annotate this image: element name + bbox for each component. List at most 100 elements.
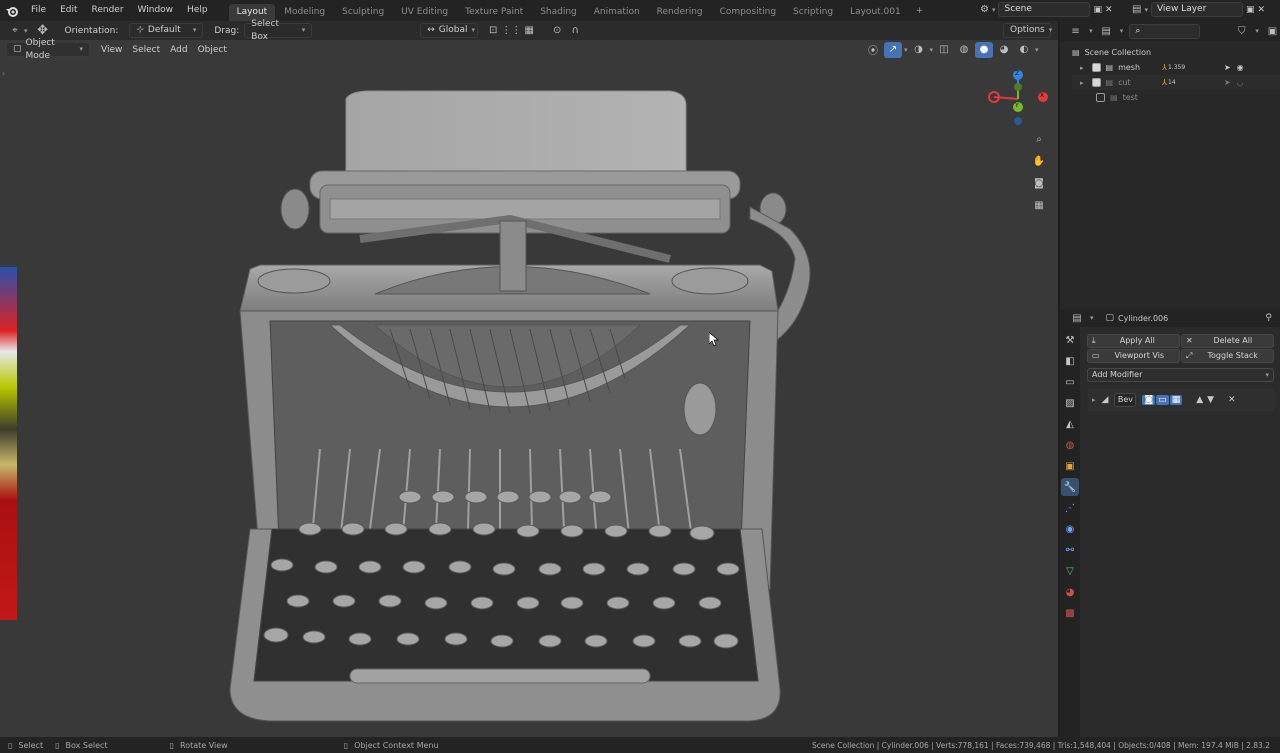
- visibility-icon[interactable]: ⦿: [864, 42, 882, 58]
- object-tab-icon[interactable]: ▣: [1061, 457, 1079, 475]
- outliner-item-mesh[interactable]: ▸ ▤ mesh ⅄ 1.359 ➤ ◉: [1072, 60, 1280, 75]
- toggle-stack-button[interactable]: ⤢ Toggle Stack: [1181, 349, 1274, 363]
- remove-modifier-icon[interactable]: ✕: [1228, 395, 1236, 405]
- menu-window[interactable]: Window: [131, 0, 181, 21]
- render-toggle-icon[interactable]: ◙: [1142, 395, 1156, 405]
- pan-hand-icon[interactable]: ✋: [1030, 153, 1048, 169]
- expand-icon[interactable]: ▸: [1080, 79, 1084, 87]
- view-layer-icon[interactable]: ▤: [1132, 4, 1141, 15]
- tab-compositing[interactable]: Compositing: [712, 4, 784, 21]
- move-down-icon[interactable]: ▼: [1207, 395, 1214, 405]
- tab-sculpting[interactable]: Sculpting: [334, 4, 392, 21]
- outliner-editor-type-icon[interactable]: ≡: [1068, 23, 1083, 39]
- gizmo-toggle-icon[interactable]: ↗: [884, 41, 902, 58]
- modifier-name-field[interactable]: Bev: [1114, 393, 1137, 407]
- scene-icon[interactable]: ⚙: [980, 4, 989, 15]
- drag-dropdown[interactable]: Select Box ▾: [244, 19, 313, 42]
- scene-field[interactable]: Scene: [998, 2, 1091, 17]
- material-tab-icon[interactable]: ◕: [1061, 583, 1079, 601]
- zoom-icon[interactable]: ⌕: [1030, 131, 1048, 147]
- world-tab-icon[interactable]: ◍: [1061, 436, 1079, 454]
- data-tab-icon[interactable]: ▽: [1061, 562, 1079, 580]
- menu-select[interactable]: Select: [127, 45, 165, 55]
- viewport-toggle-icon[interactable]: ▭: [1156, 395, 1169, 405]
- navigation-gizmo[interactable]: Z Y X: [986, 67, 1050, 131]
- render-tab-icon[interactable]: ◧: [1061, 352, 1079, 370]
- viewport-vis-button[interactable]: ▭ Viewport Vis: [1087, 349, 1180, 363]
- expand-icon[interactable]: ▸: [1092, 396, 1096, 404]
- exclude-checkbox[interactable]: [1091, 63, 1101, 72]
- tab-layout-001[interactable]: Layout.001: [842, 4, 909, 21]
- options-dropdown[interactable]: Options ▾: [1003, 23, 1052, 38]
- scene-tab-icon[interactable]: ◭: [1061, 415, 1079, 433]
- rendered-shading-icon[interactable]: ◐: [1015, 42, 1033, 58]
- transform-orientation-dropdown[interactable]: ↔ Global ▾: [420, 23, 479, 38]
- material-shading-icon[interactable]: ◕: [995, 42, 1013, 58]
- blender-logo-icon[interactable]: [0, 0, 24, 21]
- menu-add[interactable]: Add: [165, 45, 192, 55]
- copy-icon[interactable]: ▣: [1246, 5, 1255, 15]
- menu-help[interactable]: Help: [180, 0, 215, 21]
- delete-all-button[interactable]: ✕ Delete All: [1181, 334, 1274, 348]
- eye-closed-icon[interactable]: ◡: [1237, 78, 1244, 87]
- tab-animation[interactable]: Animation: [586, 4, 648, 21]
- camera-icon[interactable]: ◙: [1030, 175, 1048, 191]
- select-arrow-icon[interactable]: ➤: [1224, 63, 1231, 72]
- pin-icon[interactable]: ⚲: [1265, 313, 1272, 323]
- display-mode-icon[interactable]: ▤: [1099, 23, 1114, 39]
- snap-target-icon[interactable]: ▦: [520, 23, 538, 39]
- proportional-edit-icon[interactable]: ⊙: [548, 23, 566, 39]
- overlay-icon[interactable]: ◑: [910, 42, 928, 58]
- add-modifier-dropdown[interactable]: Add Modifier ▾: [1087, 368, 1274, 382]
- texture-tab-icon[interactable]: ▩: [1061, 604, 1079, 622]
- outliner-search-input[interactable]: ⌕: [1129, 23, 1201, 39]
- orientation-dropdown[interactable]: ⊹ Default ▾: [129, 23, 204, 38]
- toolbar-expand-icon[interactable]: ›: [2, 69, 5, 78]
- 3d-viewport[interactable]: ⌖ ▾ ✥ Orientation: ⊹ Default ▾ Drag: Selec…: [0, 19, 1058, 737]
- menu-edit[interactable]: Edit: [53, 0, 84, 21]
- wireframe-shading-icon[interactable]: ◍: [955, 42, 973, 58]
- filter-icon[interactable]: ⛉: [1234, 23, 1249, 39]
- view-layer-tab-icon[interactable]: ▨: [1061, 394, 1079, 412]
- menu-file[interactable]: File: [24, 0, 53, 21]
- exclude-checkbox[interactable]: [1096, 93, 1105, 102]
- mode-dropdown[interactable]: ▢ Object Mode ▾: [6, 38, 90, 61]
- menu-object[interactable]: Object: [193, 45, 232, 55]
- menu-view[interactable]: View: [96, 45, 127, 55]
- view-layer-field[interactable]: View Layer: [1150, 2, 1243, 17]
- output-tab-icon[interactable]: ▭: [1061, 373, 1079, 391]
- pivot-icon[interactable]: ⊡: [484, 23, 502, 39]
- constraints-tab-icon[interactable]: ⚯: [1061, 541, 1079, 559]
- editmode-toggle-icon[interactable]: ▦: [1169, 395, 1183, 405]
- outliner-item-test[interactable]: ▤ test: [1072, 90, 1280, 105]
- expand-icon[interactable]: ▸: [1080, 64, 1084, 72]
- tab-rendering[interactable]: Rendering: [649, 4, 711, 21]
- tab-texture-paint[interactable]: Texture Paint: [457, 4, 531, 21]
- properties-editor-type-icon[interactable]: ▤: [1068, 310, 1086, 326]
- snap-icon[interactable]: ⋮⋮: [501, 23, 521, 39]
- perspective-grid-icon[interactable]: ▦: [1030, 197, 1048, 213]
- outliner-item-cut[interactable]: ▸ ▤ cut ⅄ 14 ➤ ◡: [1072, 75, 1280, 90]
- tab-scripting[interactable]: Scripting: [785, 4, 841, 21]
- copy-icon[interactable]: ▣: [1093, 5, 1102, 15]
- tool-tab-icon[interactable]: ⚒: [1061, 331, 1079, 349]
- menu-render[interactable]: Render: [85, 0, 131, 21]
- solid-shading-icon[interactable]: ●: [975, 41, 994, 58]
- particles-tab-icon[interactable]: ⋰: [1061, 499, 1079, 517]
- move-up-icon[interactable]: ▲: [1196, 395, 1203, 405]
- outliner-root[interactable]: ▤ Scene Collection: [1072, 45, 1280, 60]
- close-icon[interactable]: ✕: [1105, 5, 1113, 15]
- new-collection-icon[interactable]: ▣: [1265, 23, 1280, 39]
- close-icon[interactable]: ✕: [1257, 5, 1265, 15]
- exclude-checkbox[interactable]: [1091, 78, 1101, 87]
- falloff-icon[interactable]: ∩: [566, 23, 584, 39]
- add-workspace-button[interactable]: +: [910, 6, 930, 16]
- select-arrow-icon[interactable]: ➤: [1224, 78, 1231, 87]
- physics-tab-icon[interactable]: ◉: [1061, 520, 1079, 538]
- tab-shading[interactable]: Shading: [532, 4, 585, 21]
- modifier-tab-icon[interactable]: 🔧: [1061, 478, 1079, 496]
- xray-icon[interactable]: ◫: [935, 42, 953, 58]
- eye-icon[interactable]: ◉: [1237, 63, 1244, 72]
- typewriter-model[interactable]: [210, 89, 830, 729]
- apply-all-button[interactable]: ⤓ Apply All: [1087, 334, 1180, 348]
